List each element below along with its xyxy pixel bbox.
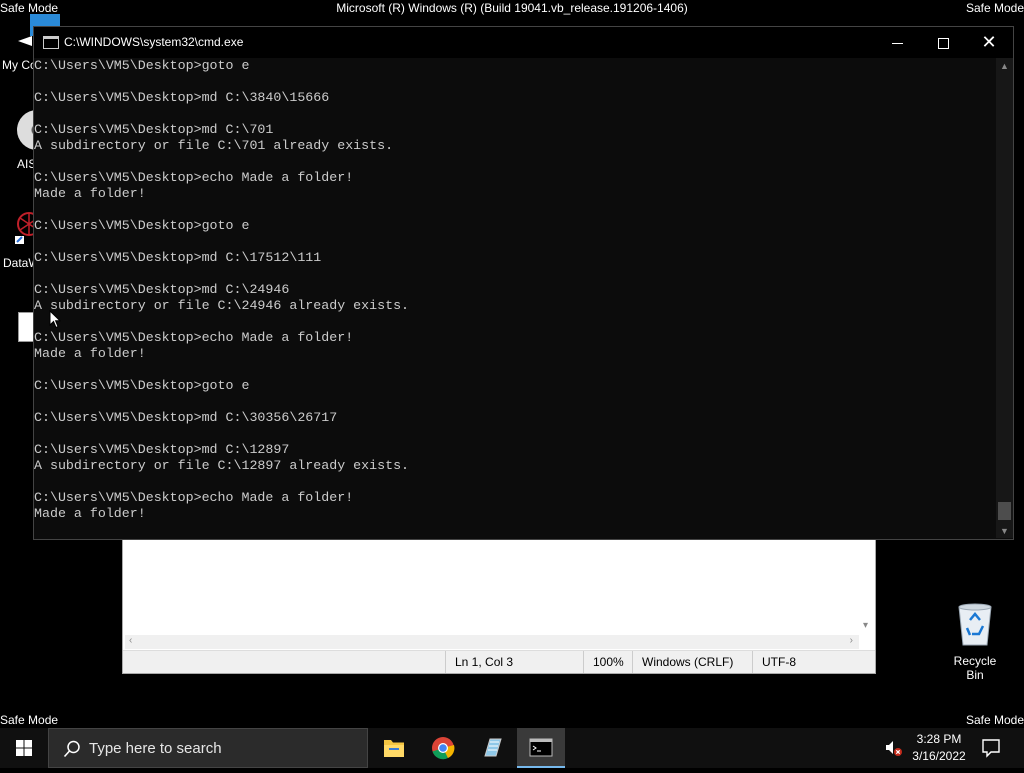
cmd-line (34, 266, 996, 282)
notepad-window[interactable]: ▾ ‹ › Ln 1, Col 3 100% Windows (CRLF) UT… (122, 536, 876, 674)
notepad-status-bar: Ln 1, Col 3 100% Windows (CRLF) UTF-8 (123, 650, 875, 673)
recycle-bin[interactable]: Recycle Bin (944, 602, 1006, 682)
cmd-scroll-thumb[interactable] (998, 502, 1011, 520)
cmd-console-output[interactable]: C:\Users\VM5\Desktop>goto e C:\Users\VM5\… (34, 58, 996, 538)
cmd-title-bar[interactable]: C:\WINDOWS\system32\cmd.exe ✕ (34, 27, 1013, 58)
notepad-horizontal-scrollbar[interactable]: ‹ › (125, 635, 859, 649)
cmd-window[interactable]: C:\WINDOWS\system32\cmd.exe ✕ C:\Users\V… (33, 26, 1014, 540)
notification-center-icon[interactable] (980, 737, 1002, 764)
minimize-button[interactable] (874, 27, 920, 58)
scroll-left-icon[interactable]: ‹ (129, 635, 132, 646)
cmd-line (34, 314, 996, 330)
search-placeholder: Type here to search (89, 740, 222, 757)
notepad-vertical-scrollbar[interactable]: ▾ (859, 537, 875, 633)
cmd-line (34, 426, 996, 442)
safe-mode-label-bottom-right: Safe Mode (965, 713, 1024, 727)
cmd-line: C:\Users\VM5\Desktop>echo Made a folder! (34, 330, 354, 345)
taskbar-search-box[interactable]: Type here to search (48, 728, 368, 768)
scroll-right-icon[interactable]: › (850, 635, 853, 646)
volume-muted-icon[interactable] (884, 738, 904, 763)
line-ending-status: Windows (CRLF) (632, 651, 752, 673)
close-button[interactable]: ✕ (966, 27, 1012, 58)
cmd-line: C:\Users\VM5\Desktop>goto e (34, 58, 250, 73)
scroll-up-icon[interactable]: ▲ (1000, 61, 1009, 71)
taskbar-file-explorer[interactable] (370, 728, 418, 768)
taskbar: Type here to search 3:28 PM 3/16/2022 (0, 728, 1024, 768)
cmd-line: C:\Users\VM5\Desktop>echo Made a folder! (34, 170, 354, 185)
cmd-line: C:\Users\VM5\Desktop>echo Made a folder! (34, 490, 354, 505)
my-computer-label: My Co (2, 58, 37, 72)
cursor-position-status: Ln 1, Col 3 (445, 651, 583, 673)
close-icon: ✕ (981, 32, 997, 52)
search-icon (63, 740, 80, 758)
cmd-line: C:\Users\VM5\Desktop>md C:\701 (34, 122, 274, 137)
cmd-app-icon[interactable] (43, 36, 59, 49)
chrome-icon (432, 737, 455, 760)
cmd-line (34, 154, 996, 170)
maximize-icon (937, 37, 949, 49)
cmd-line: Made a folder! (34, 186, 146, 201)
cmd-line: C:\Users\VM5\Desktop>goto e (34, 378, 250, 393)
cmd-line (34, 362, 996, 378)
cmd-line: A subdirectory or file C:\701 already ex… (34, 138, 394, 153)
cmd-line (34, 202, 996, 218)
encoding-status: UTF-8 (752, 651, 862, 673)
cmd-line (34, 106, 996, 122)
command-prompt-icon (529, 738, 553, 757)
scroll-down-icon[interactable]: ▼ (1000, 526, 1009, 536)
start-button[interactable] (0, 728, 48, 768)
taskbar-notepad[interactable] (468, 728, 516, 768)
maximize-button[interactable] (920, 27, 966, 58)
cmd-window-title: C:\WINDOWS\system32\cmd.exe (64, 35, 244, 49)
taskbar-clock[interactable]: 3:28 PM 3/16/2022 (908, 731, 970, 765)
folder-icon (384, 740, 404, 757)
cmd-vertical-scrollbar[interactable]: ▲ ▼ (996, 58, 1013, 538)
clock-time: 3:28 PM (916, 732, 962, 746)
windows-build-label: Microsoft (R) Windows (R) (Build 19041.v… (336, 1, 688, 15)
cmd-line: C:\Users\VM5\Desktop>md C:\12897 (34, 442, 290, 457)
cmd-line: C:\Users\VM5\Desktop>md C:\24946 (34, 282, 290, 297)
clock-date: 3/16/2022 (912, 749, 966, 763)
cmd-line: C:\Users\VM5\Desktop>goto e (34, 218, 250, 233)
taskbar-chrome[interactable] (419, 728, 467, 768)
cmd-line: Made a folder! (34, 346, 146, 361)
windows-logo-icon (16, 740, 32, 756)
cmd-line (34, 474, 996, 490)
cmd-line (34, 234, 996, 250)
cmd-line: C:\Users\VM5\Desktop>md C:\3840\15666 (34, 90, 330, 105)
safe-mode-label-bottom-left: Safe Mode (0, 713, 59, 727)
cmd-line: C:\Users\VM5\Desktop>md C:\30356\26717 (34, 410, 338, 425)
scroll-down-icon[interactable]: ▾ (863, 620, 868, 631)
cmd-line: Made a folder! (34, 506, 146, 521)
cmd-line: C:\Users\VM5\Desktop>md C:\17512\111 (34, 250, 322, 265)
cmd-line: A subdirectory or file C:\24946 already … (34, 298, 410, 313)
cmd-line (34, 74, 996, 90)
recycle-bin-label: Recycle Bin (953, 654, 997, 682)
taskbar-command-prompt[interactable] (517, 728, 565, 768)
zoom-status: 100% (583, 651, 635, 673)
cmd-line (34, 394, 996, 410)
notepad-icon (484, 738, 502, 757)
recycle-bin-icon (955, 602, 995, 646)
shortcut-arrow-icon (18, 36, 32, 46)
cmd-lines: C:\Users\VM5\Desktop>goto e C:\Users\VM5\… (34, 58, 996, 522)
minimize-icon (891, 42, 903, 44)
cmd-line: A subdirectory or file C:\12897 already … (34, 458, 410, 473)
